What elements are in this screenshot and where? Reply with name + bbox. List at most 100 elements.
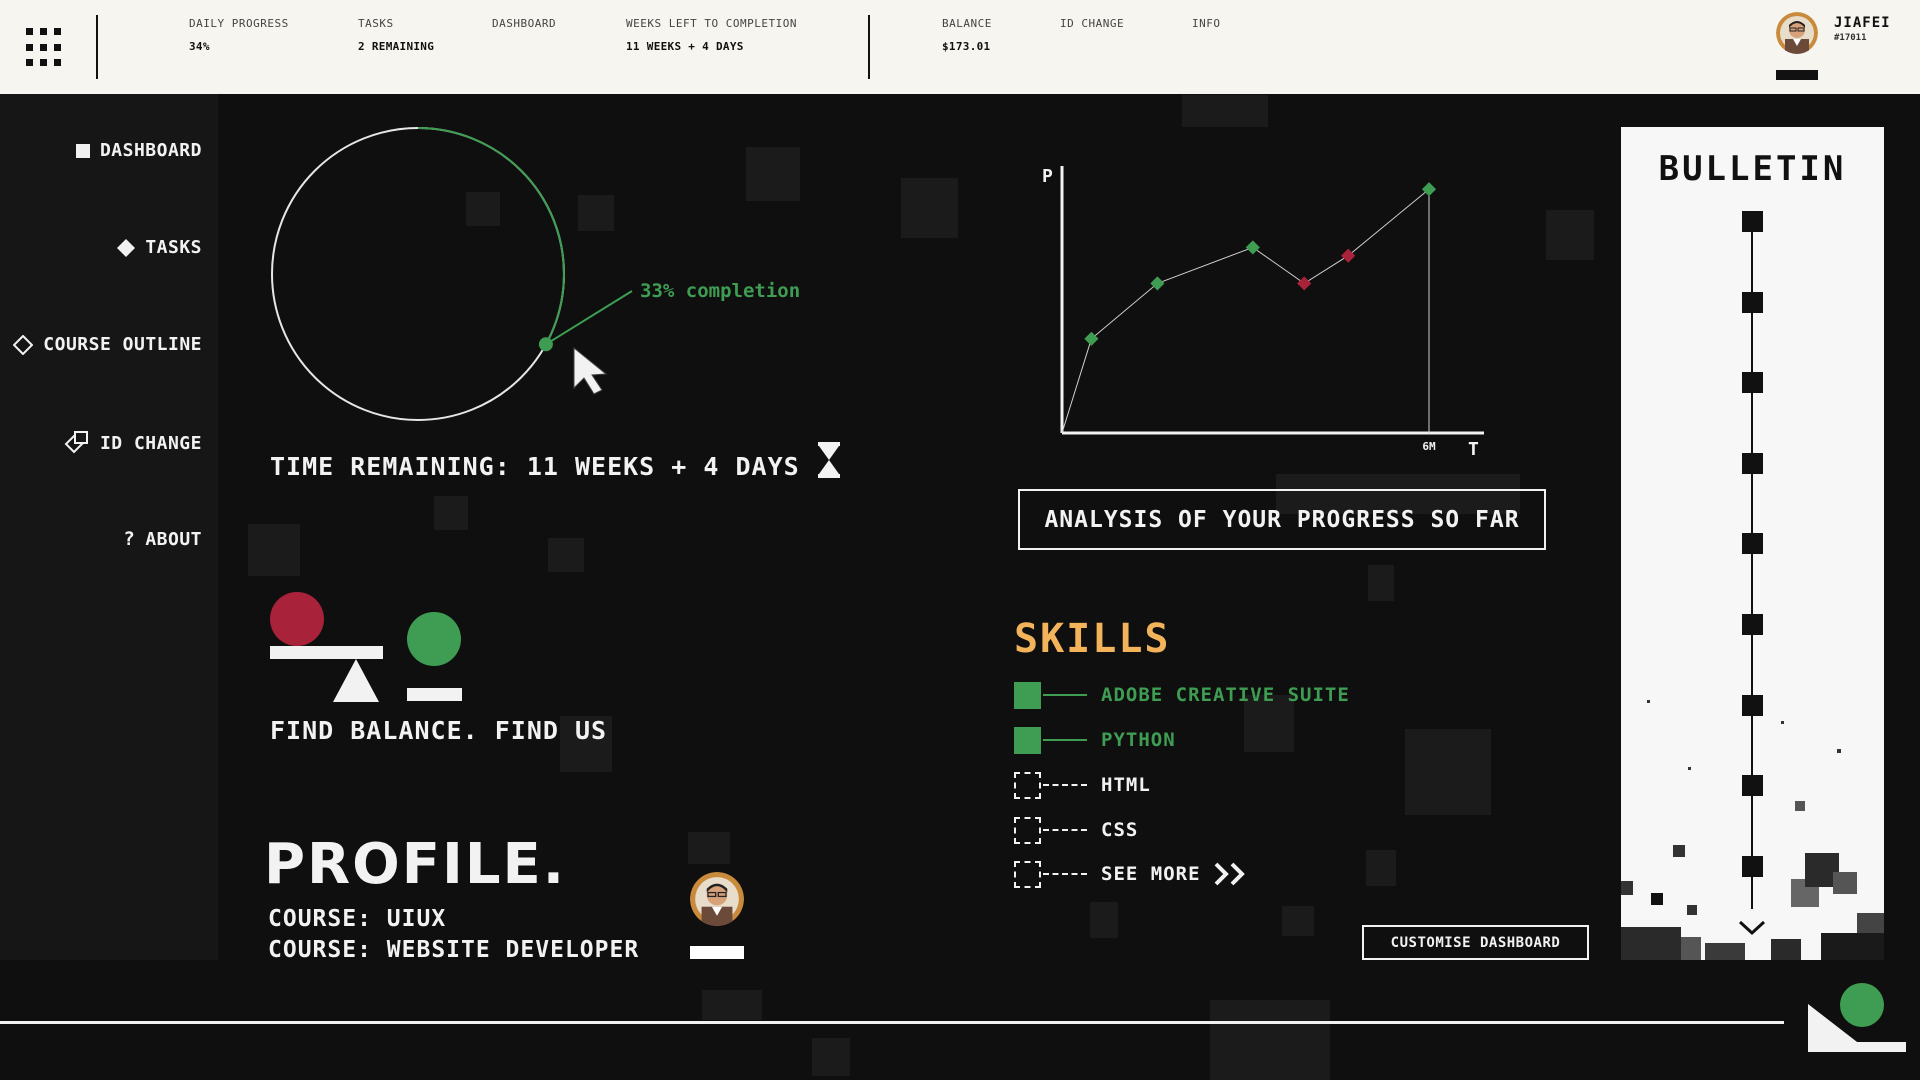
apps-grid-icon[interactable] bbox=[26, 28, 66, 68]
bulletin-node[interactable] bbox=[1742, 372, 1763, 393]
data-point bbox=[1341, 248, 1356, 263]
question-icon: ? bbox=[123, 528, 136, 550]
skill-checkbox-filled bbox=[1014, 726, 1041, 754]
skill-label: ADOBE CREATIVE SUITE bbox=[1101, 684, 1350, 706]
nav-dashboard-link[interactable]: DASHBOARD bbox=[492, 17, 556, 30]
user-id: #17011 bbox=[1834, 33, 1867, 43]
x-tick-label: 6M bbox=[1422, 440, 1436, 453]
balance-illustration bbox=[270, 592, 462, 702]
user-name: JIAFEI bbox=[1834, 15, 1891, 31]
sidebar-item-label: ABOUT bbox=[145, 528, 202, 550]
user-status-bar bbox=[1776, 70, 1818, 80]
bulletin-node[interactable] bbox=[1742, 211, 1763, 232]
stat-tasks: TASKS 2 REMAINING bbox=[358, 17, 434, 53]
top-bar: DAILY PROGRESS 34% TASKS 2 REMAINING DAS… bbox=[0, 0, 1920, 94]
sidebar-item-about[interactable]: ? ABOUT bbox=[123, 528, 202, 550]
skills-title: SKILLS bbox=[1014, 616, 1171, 662]
y-axis-label: P bbox=[1042, 166, 1053, 187]
ring-leader-line bbox=[545, 290, 633, 346]
stat-value: $173.01 bbox=[942, 40, 991, 53]
stat-label: DASHBOARD bbox=[492, 17, 557, 30]
stat-value: 11 WEEKS + 4 DAYS bbox=[626, 40, 744, 53]
stat-value: 34% bbox=[189, 40, 210, 53]
bulletin-node[interactable] bbox=[1742, 292, 1763, 313]
see-more-link[interactable]: SEE MORE bbox=[1014, 860, 1253, 888]
skill-label: PYTHON bbox=[1101, 729, 1176, 751]
skill-item-css[interactable]: CSS bbox=[1014, 816, 1138, 844]
stat-label: WEEKS LEFT TO COMPLETION bbox=[626, 17, 797, 30]
scale-fulcrum bbox=[333, 659, 379, 702]
sidebar-item-dashboard[interactable]: DASHBOARD bbox=[75, 140, 202, 161]
nav-info-link[interactable]: INFO bbox=[1192, 17, 1221, 30]
skill-connector bbox=[1043, 873, 1087, 875]
square-icon bbox=[75, 143, 90, 158]
data-point bbox=[1150, 276, 1165, 291]
data-point bbox=[1421, 182, 1437, 197]
id-change-icon bbox=[64, 431, 88, 454]
skill-connector bbox=[1043, 829, 1087, 831]
hourglass-icon bbox=[818, 442, 840, 478]
completion-label: 33% completion bbox=[640, 280, 800, 302]
sidebar-item-label: TASKS bbox=[145, 237, 202, 258]
progress-chart: P T 6M bbox=[1042, 166, 1484, 460]
course-line: COURSE: WEBSITE DEVELOPER bbox=[268, 937, 640, 963]
skill-item-adobe[interactable]: ADOBE CREATIVE SUITE bbox=[1014, 681, 1350, 709]
stat-label: TASKS bbox=[358, 17, 394, 30]
avatar[interactable] bbox=[1776, 12, 1818, 54]
cursor-icon bbox=[573, 346, 608, 395]
customise-dashboard-button[interactable]: CUSTOMISE DASHBOARD bbox=[1362, 925, 1589, 960]
profile-status-bar bbox=[690, 946, 744, 959]
user-block: JIAFEI #17011 bbox=[1776, 12, 1916, 84]
stat-daily-progress: DAILY PROGRESS 34% bbox=[189, 17, 289, 53]
diamond-filled-icon bbox=[117, 238, 136, 257]
customise-button-label: CUSTOMISE DASHBOARD bbox=[1390, 934, 1561, 951]
bulletin-node[interactable] bbox=[1742, 614, 1763, 635]
stat-weeks-left: WEEKS LEFT TO COMPLETION 11 WEEKS + 4 DA… bbox=[626, 17, 797, 53]
sidebar-item-label: COURSE OUTLINE bbox=[43, 334, 202, 355]
stat-label: INFO bbox=[1192, 17, 1221, 30]
skill-connector bbox=[1043, 739, 1087, 741]
bulletin-node[interactable] bbox=[1742, 856, 1763, 877]
divider bbox=[868, 15, 870, 79]
bulletin-panel: BULLETIN bbox=[1621, 127, 1884, 960]
sidebar: DASHBOARD TASKS COURSE OUTLINE ID CHANGE… bbox=[0, 94, 218, 960]
skill-item-html[interactable]: HTML bbox=[1014, 771, 1151, 799]
profile-avatar[interactable] bbox=[690, 872, 744, 926]
bulletin-node[interactable] bbox=[1742, 533, 1763, 554]
sidebar-item-label: ID CHANGE bbox=[99, 432, 202, 454]
skill-connector bbox=[1043, 694, 1087, 696]
sidebar-item-id-change[interactable]: ID CHANGE bbox=[64, 431, 202, 455]
skill-checkbox-empty bbox=[1014, 816, 1041, 844]
corner-decoration bbox=[1808, 983, 1906, 1052]
skill-label: SEE MORE bbox=[1101, 863, 1201, 885]
pedestal bbox=[407, 688, 462, 701]
analysis-label: ANALYSIS OF YOUR PROGRESS SO FAR bbox=[1044, 506, 1520, 533]
data-point bbox=[1297, 276, 1312, 291]
sidebar-item-tasks[interactable]: TASKS bbox=[117, 237, 202, 258]
divider bbox=[96, 15, 98, 79]
sidebar-item-course-outline[interactable]: COURSE OUTLINE bbox=[13, 334, 202, 355]
bulletin-node[interactable] bbox=[1742, 775, 1763, 796]
ring-track bbox=[271, 127, 565, 421]
stat-label: ID CHANGE bbox=[1060, 17, 1125, 30]
chevron-down-icon[interactable] bbox=[1737, 919, 1767, 937]
scale-beam bbox=[270, 646, 383, 659]
bulletin-node[interactable] bbox=[1742, 695, 1763, 716]
ring-progress-arc bbox=[417, 127, 565, 345]
data-point bbox=[1084, 331, 1099, 346]
stat-label: BALANCE bbox=[942, 17, 992, 30]
bulletin-node[interactable] bbox=[1742, 453, 1763, 474]
bottom-divider bbox=[0, 1021, 1784, 1024]
nav-id-change-link[interactable]: ID CHANGE bbox=[1060, 17, 1124, 30]
skill-item-python[interactable]: PYTHON bbox=[1014, 726, 1176, 754]
stat-label: DAILY PROGRESS bbox=[189, 17, 289, 30]
time-remaining-text: TIME REMAINING: 11 WEEKS + 4 DAYS bbox=[270, 452, 800, 481]
diamond-outline-icon bbox=[13, 334, 34, 355]
balance-tagline: FIND BALANCE. FIND US bbox=[270, 716, 608, 745]
sidebar-item-label: DASHBOARD bbox=[99, 140, 202, 161]
course-line: COURSE: UIUX bbox=[268, 906, 447, 932]
bulletin-timeline bbox=[1751, 219, 1753, 909]
stat-value: 2 REMAINING bbox=[358, 40, 435, 53]
ring-progress-dot bbox=[538, 337, 553, 352]
analysis-banner: ANALYSIS OF YOUR PROGRESS SO FAR bbox=[1018, 489, 1546, 550]
